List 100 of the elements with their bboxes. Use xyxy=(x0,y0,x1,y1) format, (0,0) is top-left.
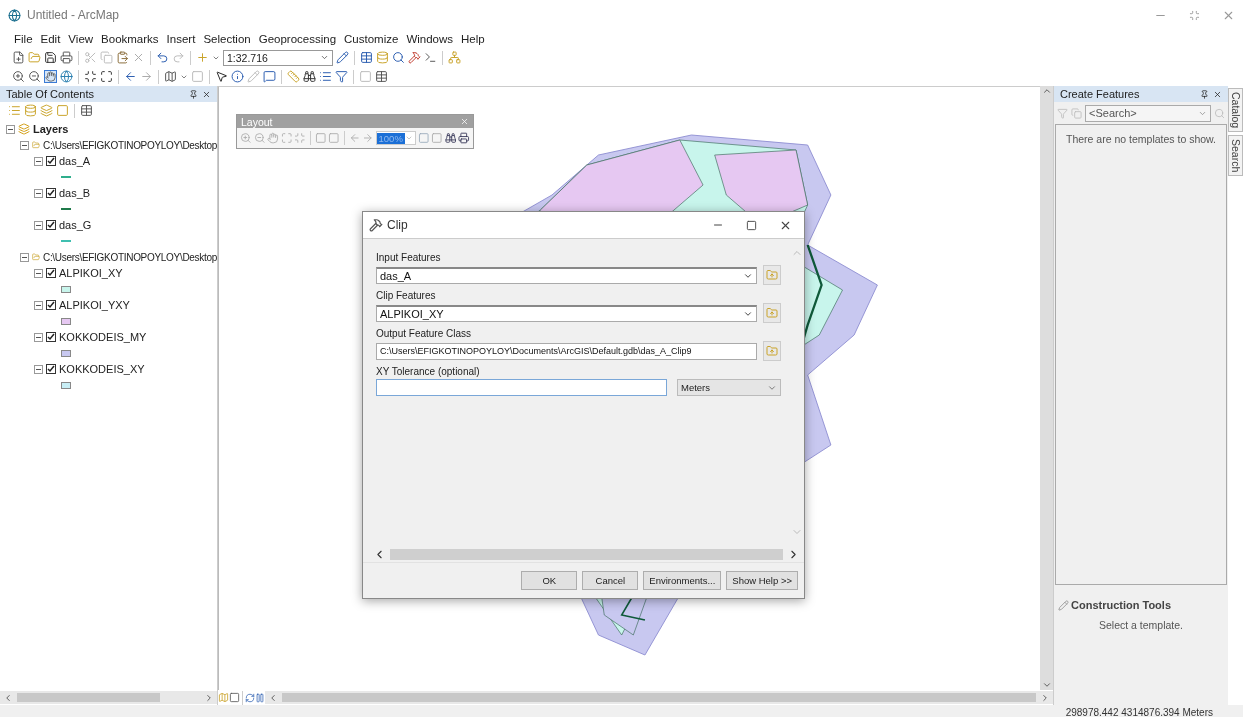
menu-item[interactable]: Selection xyxy=(203,33,251,45)
collapse-toggle[interactable] xyxy=(34,220,43,230)
undo-icon[interactable] xyxy=(156,51,169,64)
collapse-toggle[interactable] xyxy=(34,332,43,342)
close-icon[interactable] xyxy=(202,89,211,99)
layer-name[interactable]: KOKKODEIS_MY xyxy=(59,331,147,343)
collapse-toggle[interactable] xyxy=(20,140,29,150)
input-field[interactable] xyxy=(376,379,667,396)
field-label: Input Features xyxy=(376,252,442,263)
layer-name[interactable]: KOKKODEIS_XY xyxy=(59,363,145,375)
binoculars-icon[interactable] xyxy=(303,70,316,83)
hint-text: Select a template. xyxy=(1098,619,1183,633)
layer-checkbox[interactable] xyxy=(46,332,56,342)
dialog-title: Clip xyxy=(387,218,408,232)
layer-checkbox[interactable] xyxy=(46,220,56,230)
unit-combo[interactable]: Meters xyxy=(677,379,781,396)
layer-name[interactable]: ALPIKOI_XY xyxy=(59,267,123,279)
menu-item[interactable]: Geoprocessing xyxy=(258,33,337,45)
zoom-out-icon[interactable] xyxy=(28,70,41,83)
collapse-toggle[interactable] xyxy=(34,156,43,166)
close-icon[interactable] xyxy=(1213,89,1222,99)
collapse-toggle[interactable] xyxy=(20,252,29,262)
layer-checkbox[interactable] xyxy=(46,268,56,278)
collapse-toggle[interactable] xyxy=(34,364,43,374)
pan-icon[interactable] xyxy=(44,70,57,83)
menu-item[interactable]: View xyxy=(68,33,94,45)
list-icon[interactable] xyxy=(319,70,332,83)
dialog-button[interactable]: Cancel xyxy=(582,571,639,590)
empty-message: There are no templates to show. xyxy=(1066,133,1216,147)
group-name[interactable]: C:\Users\EFIGKOTINOPOYLOY\Desktop xyxy=(42,251,217,263)
layer-name[interactable]: das_A xyxy=(59,155,91,167)
folder-icon xyxy=(766,307,778,319)
menu-item[interactable]: Customize xyxy=(344,33,399,45)
hammer-icon xyxy=(369,218,383,232)
layer-name[interactable]: das_B xyxy=(59,187,91,199)
coordinates-text: 298978.442 4314876.394 Meters xyxy=(1065,706,1213,717)
map-icon[interactable] xyxy=(164,70,177,83)
identify-icon[interactable] xyxy=(231,70,244,83)
restore-icon[interactable] xyxy=(1189,9,1200,21)
pane-title: Create Features xyxy=(1060,88,1140,100)
menu-item[interactable]: Edit xyxy=(40,33,61,45)
folder-icon xyxy=(32,139,40,151)
back-arrow-icon[interactable] xyxy=(124,70,137,83)
table-icon[interactable] xyxy=(360,51,373,64)
side-tab[interactable]: Search xyxy=(1228,135,1243,177)
menu-item[interactable]: File xyxy=(14,33,33,45)
refresh-icon[interactable] xyxy=(245,692,255,703)
add-data-icon[interactable] xyxy=(196,51,209,64)
layer-checkbox[interactable] xyxy=(46,300,56,310)
maximize-icon[interactable] xyxy=(746,219,757,231)
menu-item[interactable]: Insert xyxy=(166,33,196,45)
folder-icon xyxy=(766,345,778,357)
layers-icon xyxy=(18,123,30,135)
section-title: Construction Tools xyxy=(1071,599,1171,611)
caret-icon[interactable] xyxy=(320,53,329,62)
cut-icon[interactable] xyxy=(84,51,97,64)
new-document-icon[interactable] xyxy=(12,51,25,64)
pin-icon[interactable] xyxy=(189,89,198,99)
group-name[interactable]: Layers xyxy=(33,123,69,135)
layer-checkbox[interactable] xyxy=(46,156,56,166)
caret-icon[interactable] xyxy=(404,134,413,142)
collapse-toggle[interactable] xyxy=(6,124,15,134)
menu-item[interactable]: Help xyxy=(461,33,485,45)
callout-icon[interactable] xyxy=(263,70,276,83)
layer-name[interactable]: ALPIKOI_YXY xyxy=(59,299,130,311)
collapse-toggle[interactable] xyxy=(34,300,43,310)
dialog-button[interactable]: Show Help >> xyxy=(726,571,798,590)
save-icon[interactable] xyxy=(44,51,57,64)
layer-checkbox[interactable] xyxy=(46,188,56,198)
pause-icon[interactable] xyxy=(255,692,265,703)
pencil-icon[interactable] xyxy=(336,51,349,64)
layer-checkbox[interactable] xyxy=(46,364,56,374)
collapse-toggle[interactable] xyxy=(34,188,43,198)
pin-icon[interactable] xyxy=(1200,89,1209,99)
dialog-button[interactable]: Environments... xyxy=(643,571,722,590)
search-field[interactable]: <Search> xyxy=(1085,104,1211,122)
folder-icon xyxy=(32,251,40,263)
menu-item[interactable]: Bookmarks xyxy=(101,33,159,45)
dialog-button[interactable]: OK xyxy=(521,571,578,590)
zoom-in-icon[interactable] xyxy=(12,70,25,83)
toolbar-title: Layout xyxy=(241,115,273,128)
select-arrow-icon[interactable] xyxy=(215,70,228,83)
delete-icon[interactable] xyxy=(132,51,145,64)
globe-icon[interactable] xyxy=(60,70,73,83)
menu-item[interactable]: Windows xyxy=(406,33,454,45)
paste-icon[interactable] xyxy=(116,51,129,64)
scale-combo[interactable]: 1:32.716 xyxy=(223,49,333,66)
side-tab[interactable]: Catalog xyxy=(1228,88,1243,133)
search-icon[interactable] xyxy=(392,51,405,64)
field-label: XY Tolerance (optional) xyxy=(376,366,481,377)
pane-title: Table Of Contents xyxy=(6,88,95,100)
input-combo[interactable]: das_A xyxy=(376,266,757,284)
python-window-icon[interactable] xyxy=(424,51,437,64)
group-name[interactable]: C:\Users\EFIGKOTINOPOYLOY\Desktop xyxy=(42,139,217,151)
layer-name[interactable]: das_G xyxy=(59,219,92,231)
window-title: Untitled - ArcMap xyxy=(27,8,120,22)
input-field[interactable]: C:\Users\EFIGKOTINOPOYLOY\Documents\ArcGIS\Default.gdb\das_A_Clip9 xyxy=(376,342,757,360)
collapse-toggle[interactable] xyxy=(34,268,43,278)
input-combo[interactable]: ALPIKOI_XY xyxy=(376,304,757,322)
print-icon[interactable] xyxy=(60,51,73,64)
